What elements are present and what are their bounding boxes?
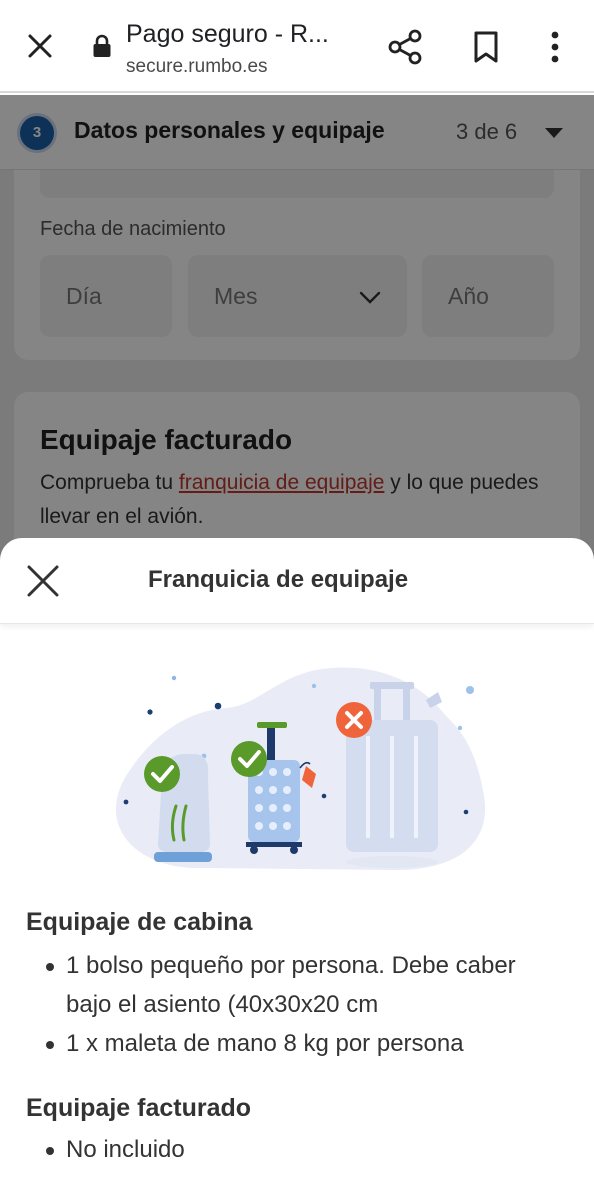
list-item: No incluido	[44, 1130, 564, 1169]
share-icon[interactable]	[386, 28, 424, 66]
checked-baggage-list: No incluido	[44, 1130, 564, 1169]
page-title: Pago seguro - R...	[126, 20, 329, 48]
baggage-allowance-sheet: Franquicia de equipaje Equipaje de cabin…	[0, 538, 594, 1200]
cabin-baggage-list: 1 bolso pequeño por persona. Debe caber …	[44, 946, 564, 1063]
bookmark-icon[interactable]	[470, 30, 502, 64]
cabin-baggage-title: Equipaje de cabina	[26, 908, 253, 936]
baggage-illustration	[115, 667, 486, 870]
sheet-title: Franquicia de equipaje	[148, 566, 409, 593]
list-item: 1 x maleta de mano 8 kg por persona	[44, 1024, 564, 1063]
close-icon[interactable]	[26, 564, 60, 598]
lock-icon	[93, 34, 111, 57]
checked-baggage-title: Equipaje facturado	[26, 1094, 252, 1122]
list-item: 1 bolso pequeño por persona. Debe caber …	[44, 946, 564, 1024]
sheet-header: Franquicia de equipaje	[0, 538, 594, 624]
more-vert-icon[interactable]	[542, 28, 568, 66]
close-icon[interactable]	[24, 30, 56, 62]
url-text[interactable]: secure.rumbo.es	[126, 56, 268, 78]
browser-toolbar: Pago seguro - R... secure.rumbo.es	[0, 0, 594, 93]
